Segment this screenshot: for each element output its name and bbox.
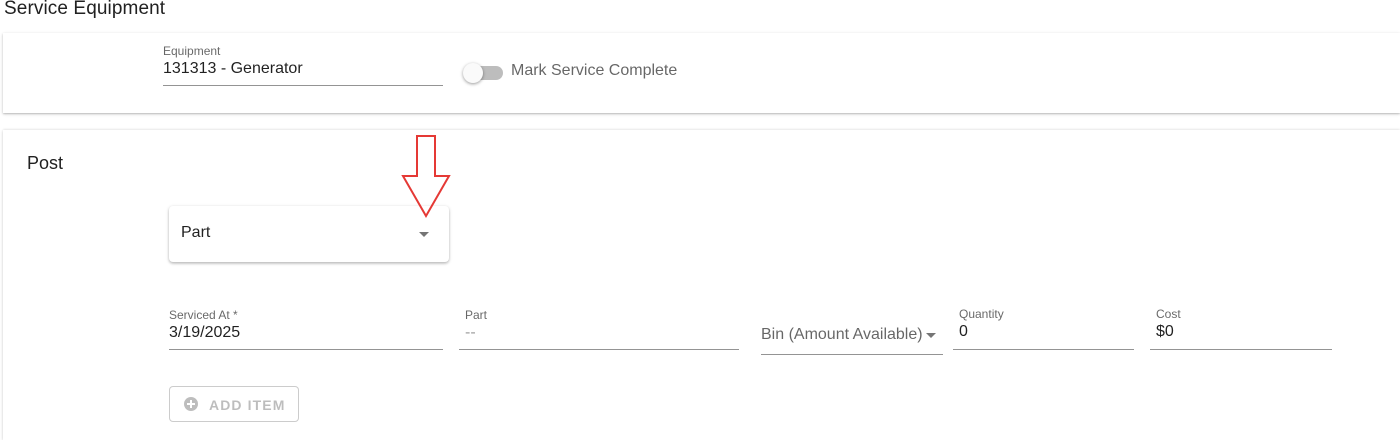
quantity-label: Quantity (959, 307, 1004, 321)
mark-service-complete-toggle[interactable] (463, 62, 505, 83)
bin-select-underline (761, 354, 943, 355)
arrow-drop-down-icon (926, 333, 936, 338)
equipment-field-value: 131313 - Generator (163, 60, 303, 77)
serviced-at-label: Serviced At * (169, 308, 238, 322)
part-value: -- (465, 324, 476, 341)
equipment-field-label: Equipment (163, 44, 221, 58)
serviced-at-field[interactable]: Serviced At * 3/19/2025 (169, 308, 443, 354)
add-circle-icon (184, 397, 198, 411)
post-type-select[interactable]: Part (169, 206, 449, 262)
mark-service-complete-label[interactable]: Mark Service Complete (511, 62, 677, 80)
cost-value: $0 (1156, 323, 1174, 340)
equipment-field-underline (163, 85, 443, 86)
add-item-button-label: ADD ITEM (209, 397, 286, 413)
toggle-thumb (463, 63, 483, 83)
page-title: Service Equipment (4, 0, 166, 19)
bin-select-label: Bin (Amount Available) (761, 326, 923, 343)
equipment-field[interactable]: Equipment 131313 - Generator (163, 44, 443, 90)
part-label: Part (465, 308, 488, 322)
quantity-underline (953, 349, 1134, 350)
part-field[interactable]: Part -- (459, 308, 739, 354)
arrow-drop-down-icon (419, 232, 429, 237)
bin-select[interactable]: Bin (Amount Available) (761, 313, 943, 355)
part-underline (459, 349, 739, 350)
add-item-button[interactable]: ADD ITEM (169, 386, 299, 422)
quantity-field[interactable]: Quantity 0 (953, 307, 1134, 353)
serviced-at-underline (169, 349, 443, 350)
cost-label: Cost (1156, 307, 1181, 321)
serviced-at-value: 3/19/2025 (169, 324, 241, 341)
post-section-title: Post (27, 153, 64, 173)
cost-field[interactable]: Cost $0 (1150, 307, 1332, 353)
quantity-value: 0 (959, 323, 968, 340)
post-type-select-value: Part (181, 224, 211, 241)
cost-underline (1150, 349, 1332, 350)
